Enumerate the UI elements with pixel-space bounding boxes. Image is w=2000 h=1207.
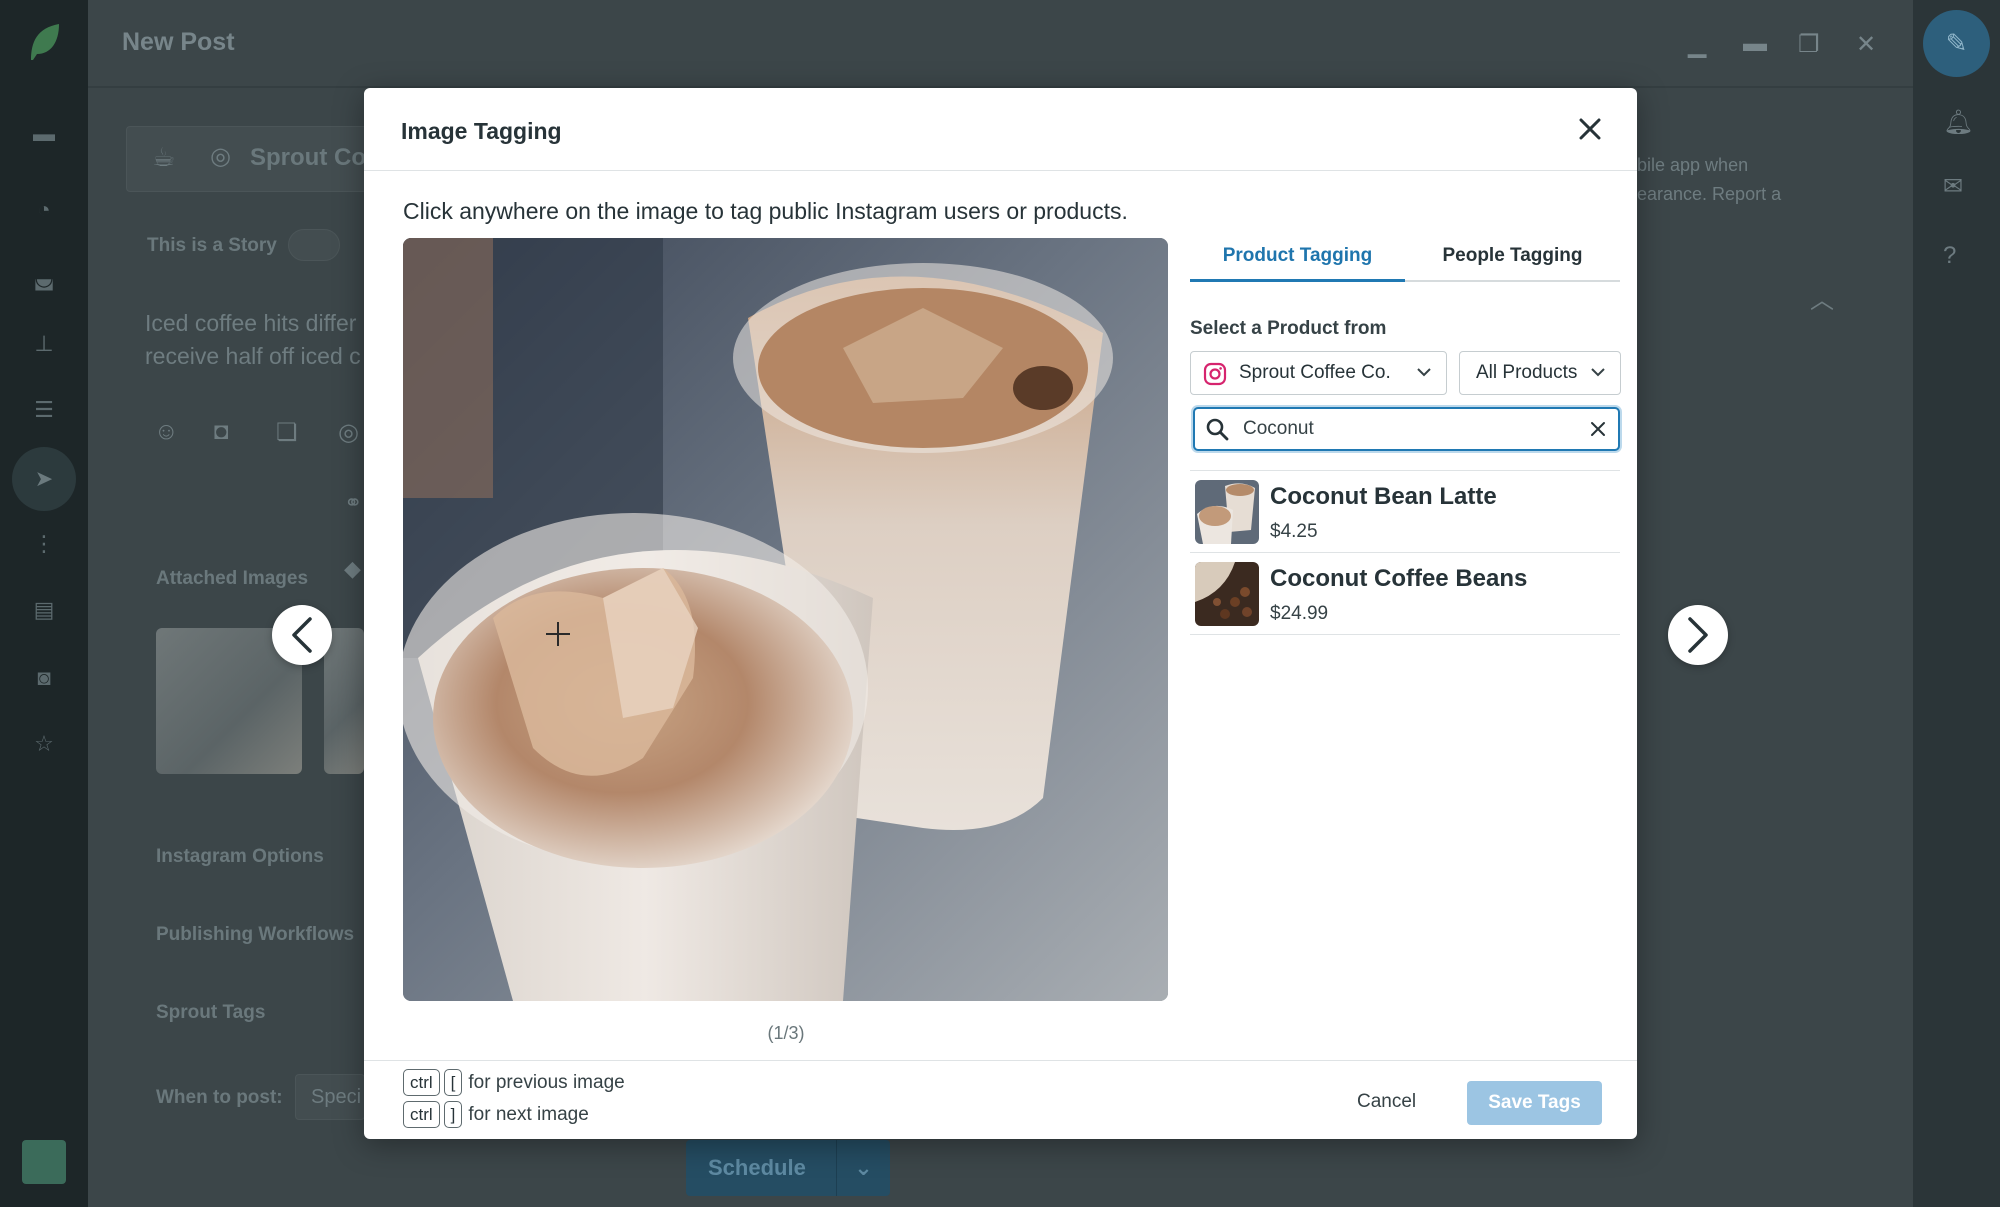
product-result-item[interactable]: Coconut Coffee Beans $24.99: [1190, 553, 1620, 635]
key-ctrl: ctrl: [403, 1069, 440, 1096]
product-filter-dropdown[interactable]: All Products: [1459, 351, 1621, 395]
product-thumbnail-latte: [1195, 480, 1259, 544]
account-name-bg: Sprout Co: [250, 144, 366, 171]
folder-icon[interactable]: ▬: [32, 122, 56, 146]
collapse-window-icon[interactable]: ▬: [1743, 30, 1767, 58]
left-navigation: ▬ ◔ ◛ ⊥ ☰ ➤ ⋮ ▤ ◙ ☆: [0, 0, 88, 1207]
product-price: $4.25: [1270, 521, 1318, 542]
save-tags-button[interactable]: Save Tags: [1467, 1081, 1602, 1125]
key-ctrl: ctrl: [403, 1101, 440, 1128]
minimize-icon[interactable]: ▁: [1688, 30, 1706, 59]
modal-footer: ctrl[for previous image ctrl] for next im…: [364, 1060, 1637, 1139]
product-price: $24.99: [1270, 603, 1329, 624]
product-results-list: Coconut Bean Latte $4.25 Coconut Coffee …: [1190, 470, 1620, 635]
media-library-icon[interactable]: ❏: [276, 418, 298, 447]
right-rail: ✎ 🔔︎ ✉ ?: [1913, 0, 2000, 1207]
product-search-input[interactable]: [1243, 415, 1573, 443]
notifications-bell-icon[interactable]: 🔔︎: [1943, 108, 1973, 137]
coffee-cup-icon: ☕: [152, 142, 176, 172]
feedback-icon[interactable]: ✉: [1943, 172, 1963, 201]
select-product-label: Select a Product from: [1190, 318, 1387, 339]
close-compose-icon[interactable]: ✕: [1856, 30, 1876, 59]
image-counter: (1/3): [767, 1023, 805, 1043]
product-thumbnail-beans: [1195, 562, 1259, 626]
publishing-send-icon[interactable]: ➤: [12, 447, 76, 511]
image-tagging-modal: Image Tagging Click anywhere on the imag…: [364, 88, 1637, 1139]
instagram-icon-bg: ◎: [210, 143, 231, 170]
publishing-workflows-label[interactable]: Publishing Workflows: [156, 924, 354, 946]
account-dropdown[interactable]: Sprout Coffee Co.: [1190, 351, 1447, 395]
tagging-instruction: Click anywhere on the image to tag publi…: [403, 198, 1128, 224]
product-search: [1193, 407, 1620, 451]
taggable-image[interactable]: [403, 238, 1168, 1001]
message-preview-line-1: Iced coffee hits differ: [145, 310, 357, 336]
close-icon[interactable]: [1573, 112, 1607, 146]
chevron-down-icon: [1417, 368, 1431, 377]
key-right-bracket: ]: [443, 1101, 463, 1128]
shortcut-previous: ctrl[for previous image: [403, 1069, 625, 1096]
story-toggle-label: This is a Story: [147, 235, 277, 256]
account-dropdown-value: Sprout Coffee Co.: [1239, 362, 1391, 383]
reports-icon[interactable]: ▤: [32, 598, 56, 622]
chevron-left-icon: [292, 617, 312, 653]
iced-coffee-photo: [403, 238, 1168, 1001]
search-icon: [1206, 418, 1229, 441]
shortcut-next-description: for next image: [468, 1103, 589, 1125]
chevron-down-icon: [1591, 368, 1605, 377]
compose-icon[interactable]: ✎: [1923, 10, 1990, 77]
product-result-item[interactable]: Coconut Bean Latte $4.25: [1190, 471, 1620, 553]
pin-icon[interactable]: ⊥: [32, 332, 56, 356]
product-name: Coconut Coffee Beans: [1270, 565, 1528, 592]
listening-icon[interactable]: ⋮: [32, 532, 56, 556]
inbox-icon[interactable]: ◛: [32, 266, 56, 290]
sprout-logo-icon: [31, 24, 59, 60]
right-note-line-2: earance. Report a: [1637, 184, 1782, 204]
when-to-post-label: When to post:: [156, 1087, 283, 1108]
camera-icon[interactable]: ◘: [214, 418, 229, 446]
product-name: Coconut Bean Latte: [1270, 483, 1497, 510]
tagging-tabs: Product Tagging People Tagging: [1190, 238, 1620, 282]
link-icon[interactable]: ⚭: [344, 490, 362, 516]
popout-window-icon[interactable]: ❐: [1798, 30, 1820, 59]
target-icon[interactable]: ◎: [338, 418, 359, 447]
shortcut-next: ctrl] for next image: [403, 1101, 589, 1128]
reviews-star-icon[interactable]: ☆: [32, 732, 56, 756]
modal-title: Image Tagging: [401, 118, 562, 144]
attached-image-thumbnail-2[interactable]: [324, 628, 364, 774]
help-icon[interactable]: ?: [1943, 242, 1956, 270]
key-left-bracket: [: [443, 1069, 463, 1096]
cancel-button[interactable]: Cancel: [1357, 1091, 1416, 1113]
schedule-options-chevron-icon[interactable]: ⌄: [836, 1140, 890, 1196]
modal-header: Image Tagging: [364, 88, 1637, 171]
schedule-button[interactable]: Schedule ⌄: [686, 1140, 890, 1196]
shortcut-previous-description: for previous image: [468, 1071, 625, 1093]
when-to-post-value: Speci: [311, 1086, 362, 1108]
message-preview-line-2: receive half off iced c: [145, 343, 361, 369]
user-avatar[interactable]: [22, 1140, 66, 1184]
emoji-icon[interactable]: ☺: [154, 418, 179, 446]
compose-title: New Post: [122, 28, 235, 56]
tab-product-tagging[interactable]: Product Tagging: [1190, 238, 1405, 282]
story-toggle[interactable]: [288, 229, 340, 261]
clear-search-icon[interactable]: [1590, 421, 1606, 437]
chevron-right-icon: [1688, 617, 1708, 653]
attached-images-label: Attached Images: [156, 568, 309, 589]
previous-image-button[interactable]: [272, 605, 332, 665]
next-image-button[interactable]: [1668, 605, 1728, 665]
chevron-up-icon[interactable]: ︿: [1810, 280, 1834, 315]
schedule-label: Schedule: [708, 1155, 806, 1180]
product-filter-value: All Products: [1476, 362, 1578, 383]
tag-icon[interactable]: ◆: [344, 556, 361, 582]
bot-icon[interactable]: ◙: [32, 666, 56, 690]
dashboard-icon[interactable]: ◔: [32, 198, 56, 222]
tab-people-tagging[interactable]: People Tagging: [1405, 238, 1620, 282]
sprout-tags-label[interactable]: Sprout Tags: [156, 1002, 265, 1024]
instagram-icon: [1203, 362, 1227, 386]
instagram-options-label[interactable]: Instagram Options: [156, 846, 324, 868]
list-icon[interactable]: ☰: [32, 398, 56, 422]
right-note-line-1: bile app when: [1637, 155, 1749, 175]
